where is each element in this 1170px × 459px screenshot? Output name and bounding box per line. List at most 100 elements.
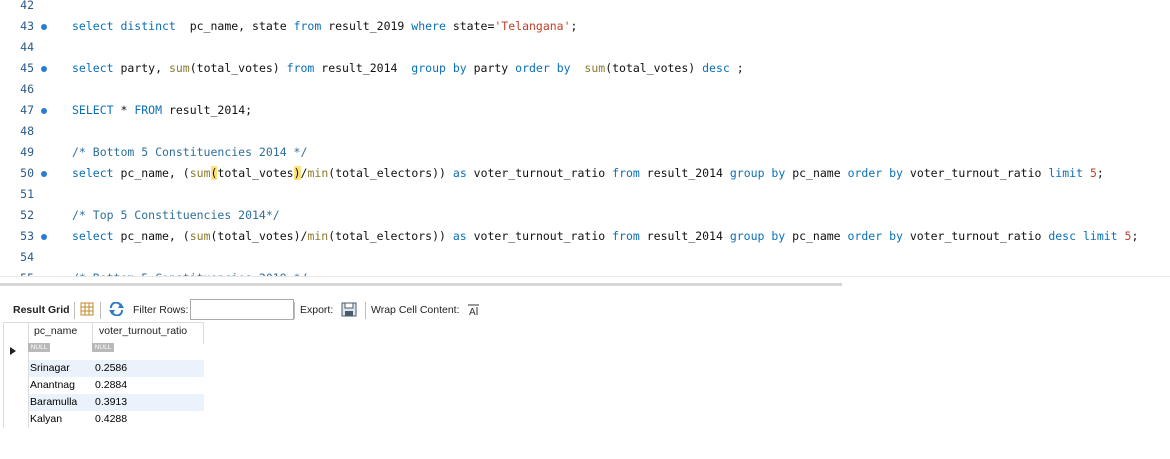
code-token: * (113, 103, 135, 117)
code-token: pc_name, ( (113, 166, 190, 180)
result-grid-tab[interactable]: Result Grid (13, 304, 70, 316)
table-row[interactable]: Anantnag 0.2884 (29, 377, 204, 394)
table-row[interactable]: Baramulla 0.3913 (29, 394, 204, 411)
horizontal-scrollbar[interactable] (0, 283, 842, 286)
grid-layout-icon[interactable] (80, 302, 94, 319)
code-token: ; (1096, 166, 1104, 180)
statement-marker-icon[interactable] (41, 108, 47, 114)
code-token: pc_name (785, 229, 848, 243)
cell-voter-turnout-ratio[interactable]: 0.4288 (95, 411, 127, 428)
toolbar-separator (365, 302, 366, 319)
line-number: 52 (20, 208, 34, 222)
code-line[interactable]: 48 (0, 121, 1170, 142)
code-token: from (293, 19, 322, 33)
statement-marker-icon[interactable] (41, 24, 47, 30)
wrap-cell-icon[interactable]: A (467, 303, 480, 319)
cell-voter-turnout-ratio[interactable]: 0.3913 (95, 394, 127, 411)
line-number: 53 (20, 229, 34, 243)
code-token: group by (411, 61, 467, 75)
code-token: limit (1082, 229, 1118, 243)
toolbar-separator (100, 302, 101, 319)
code-line[interactable]: 49 /* Bottom 5 Constituencies 2014 */ (0, 142, 1170, 163)
code-token: sum (584, 61, 606, 75)
cell-voter-turnout-ratio[interactable]: 0.2884 (95, 377, 127, 394)
code-line[interactable]: 45 select party, sum(total_votes) from re… (0, 58, 1170, 79)
code-line[interactable]: 54 (0, 247, 1170, 268)
statement-marker-icon[interactable] (41, 234, 47, 240)
code-line[interactable]: 46 (0, 79, 1170, 100)
code-line[interactable]: 42 (0, 0, 1170, 16)
code-token: result_2014 (639, 229, 730, 243)
code-line[interactable]: 50 select pc_name, (sum(total_votes)/min(… (0, 163, 1170, 184)
line-number: 54 (20, 250, 34, 264)
line-number: 50 (20, 166, 34, 180)
code-token: desc (702, 61, 730, 75)
code-token: group by (729, 229, 786, 243)
cell-pc-name[interactable]: Baramulla (30, 394, 77, 411)
code-token: SELECT (72, 103, 114, 117)
code-token: pc_name (785, 166, 848, 180)
statement-marker-icon[interactable] (41, 66, 47, 72)
code-token: voter_turnout_ratio (902, 229, 1049, 243)
code-token: select (72, 61, 114, 75)
export-icon[interactable] (341, 302, 357, 320)
code-token: voter_turnout_ratio (466, 166, 613, 180)
code-line[interactable]: 53 select pc_name, (sum(total_votes)/min(… (0, 226, 1170, 247)
cell-voter-turnout-ratio[interactable]: 0.2586 (95, 360, 127, 377)
code-token: ) (293, 166, 301, 180)
code-token: 'Telangana' (494, 19, 571, 33)
filter-rows-label: Filter Rows: (133, 304, 189, 316)
filter-rows-input[interactable] (190, 299, 294, 320)
code-line[interactable]: 43 select distinct pc_name, state from re… (0, 16, 1170, 37)
line-number: 46 (20, 82, 34, 96)
sql-editor[interactable]: 42 43 select distinct pc_name, state from … (0, 0, 1170, 276)
code-token: min (307, 229, 329, 243)
line-number: 55 (0, 268, 34, 276)
table-row[interactable]: Kalyan 0.4288 (29, 411, 204, 428)
line-number: 44 (20, 40, 34, 54)
code-token: result_2014 (314, 61, 412, 75)
code-line[interactable]: 51 (0, 184, 1170, 205)
code-text: select party, sum(total_votes) from resu… (72, 58, 744, 79)
code-token: result_2014; (162, 103, 253, 117)
code-token: pc_name, ( (113, 229, 190, 243)
code-token: ; (1131, 229, 1139, 243)
table-row[interactable]: Srinagar 0.2586 (29, 360, 204, 377)
column-header-voter-turnout-ratio[interactable]: voter_turnout_ratio (99, 325, 187, 337)
code-text: SELECT * FROM result_2014; (72, 100, 252, 121)
code-line[interactable]: 44 (0, 37, 1170, 58)
code-token: sum (189, 229, 211, 243)
code-line[interactable]: 52 /* Top 5 Constituencies 2014*/ (0, 205, 1170, 226)
code-text: /* Bottom 5 Constituencies 2014 */ (72, 142, 307, 163)
null-badge: NULL (28, 343, 50, 352)
line-number: 45 (20, 61, 34, 75)
code-token: (total_electors)) (328, 229, 453, 243)
line-number: 49 (20, 145, 34, 159)
export-label: Export: (300, 304, 334, 316)
column-header-pc-name[interactable]: pc_name (34, 325, 77, 337)
svg-text:A: A (469, 307, 476, 316)
cell-pc-name[interactable]: Srinagar (30, 360, 70, 377)
statement-marker-icon[interactable] (41, 171, 47, 177)
code-token: total_votes (217, 166, 294, 180)
code-line[interactable]: 47 SELECT * FROM result_2014; (0, 100, 1170, 121)
code-token: result_2019 (321, 19, 412, 33)
code-token: as (452, 229, 467, 243)
panel-divider[interactable] (0, 276, 1170, 277)
code-token: (total_votes) (189, 61, 287, 75)
null-badge: NULL (92, 343, 114, 352)
code-token: desc (1048, 229, 1077, 243)
refresh-icon[interactable] (108, 301, 125, 319)
code-text: select pc_name, (sum(total_votes)/min(to… (72, 163, 1104, 184)
code-token: from (612, 166, 640, 180)
code-line[interactable]: 55 /* Bottom 5 Constituencies 2019 */ (0, 268, 1170, 276)
code-token: ; (729, 61, 744, 75)
cell-pc-name[interactable]: Kalyan (30, 411, 62, 428)
code-token: sum (168, 61, 190, 75)
grid-border (3, 322, 203, 323)
cell-pc-name[interactable]: Anantnag (30, 377, 75, 394)
row-pointer-icon (9, 346, 17, 359)
